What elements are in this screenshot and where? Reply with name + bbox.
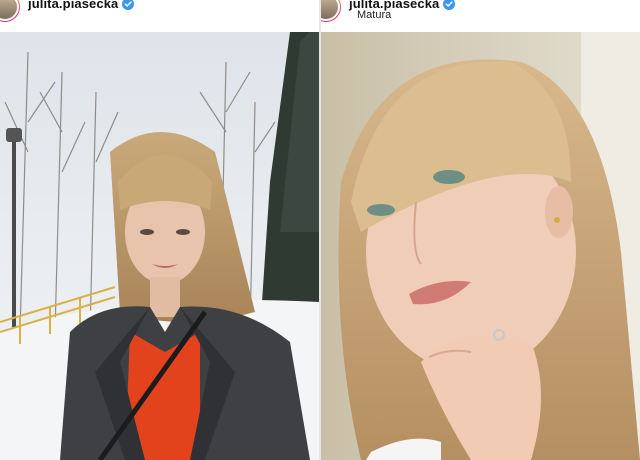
post-header: julita.piasecka Matura: [321, 0, 640, 32]
instagram-posts-grid: julita.piasecka julita.piasecka Matura: [0, 0, 640, 460]
verified-badge-icon: [122, 0, 135, 10]
username-link[interactable]: julita.piasecka: [28, 0, 118, 11]
indoor-selfie-photo[interactable]: [321, 32, 640, 460]
verified-badge-icon: [443, 0, 456, 10]
post-1: julita.piasecka: [0, 0, 319, 460]
profile-avatar[interactable]: [321, 0, 341, 22]
location-label[interactable]: Matura: [357, 9, 391, 21]
username-row: julita.piasecka: [28, 0, 135, 11]
post-header: julita.piasecka: [0, 0, 319, 32]
post-2: julita.piasecka Matura: [321, 0, 640, 460]
snowy-forest-portrait-photo[interactable]: [0, 32, 319, 460]
profile-avatar[interactable]: [0, 0, 20, 22]
